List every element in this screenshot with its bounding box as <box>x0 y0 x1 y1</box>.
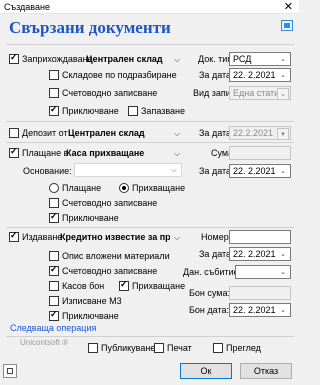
receive-date-value: 22. 2.2021 <box>233 70 276 80</box>
chevron-down-icon[interactable]: ⌵ <box>174 129 180 139</box>
header-divider <box>6 44 294 45</box>
publish-checkbox[interactable] <box>88 343 98 353</box>
cash-amount-field[interactable] <box>229 286 291 300</box>
deposit-warehouse[interactable]: Централен склад <box>68 128 145 138</box>
chevron-down-icon[interactable]: ⌄ <box>277 54 289 65</box>
cash-date-label: Бон дата: <box>189 305 229 315</box>
receive-checkbox[interactable] <box>9 52 19 64</box>
chevron-down-icon[interactable]: ⌄ <box>277 70 289 81</box>
payment-label: Плащане в <box>22 148 69 158</box>
next-operation-link[interactable]: Следваща операция <box>10 323 96 333</box>
payment-accounting-label: Счетоводно записване <box>62 198 158 208</box>
payment-accounting-checkbox[interactable] <box>49 198 59 208</box>
issue-label: Издаване <box>22 232 63 242</box>
chevron-down-icon[interactable]: ⌵ <box>174 233 180 243</box>
ok-button[interactable]: Ок <box>180 363 232 379</box>
section-divider <box>6 121 294 122</box>
payment-date-picker[interactable]: 22. 2.2021 ⌄ <box>229 164 291 178</box>
amount-field[interactable] <box>229 146 291 160</box>
issue-offset-checkbox[interactable] <box>119 279 129 291</box>
attachments-checkbox[interactable] <box>49 251 59 261</box>
section-divider <box>6 227 294 228</box>
receive-accounting-label: Счетоводно записване <box>62 88 158 98</box>
payment-checkbox[interactable] <box>9 146 19 158</box>
payment-post-label: Приключване <box>62 213 119 223</box>
payment-radio[interactable] <box>49 183 59 193</box>
deposit-checkbox[interactable] <box>9 128 19 138</box>
issue-document[interactable]: Кредитно известие за прода <box>60 232 170 242</box>
preview-label: Преглед <box>226 343 261 353</box>
deposit-date-picker[interactable]: 22.2.2021 ▾ <box>229 126 291 140</box>
brand-label: Unicontsoft ® <box>20 338 69 347</box>
chevron-down-icon[interactable]: ⌵ <box>168 165 180 176</box>
payment-post-checkbox[interactable] <box>49 211 59 223</box>
number-label: Номер: <box>201 232 232 242</box>
issue-post-checkbox[interactable] <box>49 309 59 321</box>
offset-radio-label: Прихващане <box>132 183 186 193</box>
print-label: Печат <box>167 343 192 353</box>
maximize-icon[interactable] <box>281 20 293 31</box>
section-divider <box>6 142 294 143</box>
event-date-picker[interactable]: ⌄ <box>235 265 291 279</box>
window-title: Създаване <box>4 2 50 12</box>
chevron-down-icon[interactable]: ⌄ <box>277 88 289 99</box>
cancel-button[interactable]: Отказ <box>240 363 292 379</box>
footer-divider <box>6 336 294 337</box>
window-titlebar: Създаване ✕ <box>0 0 299 14</box>
app-logo-icon <box>3 364 17 378</box>
calendar-icon[interactable]: ▾ <box>277 128 289 139</box>
print-m3-label: Изписване М3 <box>62 296 122 306</box>
receive-accounting-checkbox[interactable] <box>49 88 59 98</box>
issue-accounting-checkbox[interactable] <box>49 264 59 276</box>
payment-date-value: 22. 2.2021 <box>233 166 276 176</box>
issue-offset-label: Прихващане <box>132 281 186 291</box>
doc-type-value: РСД <box>233 54 252 64</box>
offset-radio[interactable] <box>119 183 129 193</box>
chevron-down-icon[interactable]: ⌄ <box>277 267 289 278</box>
print-checkbox[interactable] <box>154 343 164 353</box>
save-label: Запазване <box>141 106 186 116</box>
doc-type-select[interactable]: РСД ⌄ <box>229 52 291 66</box>
cash-date-value: 22. 2.2021 <box>233 305 276 315</box>
receive-warehouse[interactable]: Централен склад <box>86 54 163 64</box>
chevron-down-icon[interactable]: ⌄ <box>277 249 289 260</box>
record-type-select[interactable]: Една статия ⌄ <box>229 86 291 100</box>
close-icon[interactable]: ✕ <box>284 0 293 13</box>
cash-date-picker[interactable]: 22. 2.2021 ⌄ <box>229 303 291 317</box>
chevron-down-icon[interactable]: ⌵ <box>174 55 180 65</box>
receive-date-picker[interactable]: 22. 2.2021 ⌄ <box>229 68 291 82</box>
issue-post-label: Приключване <box>62 311 119 321</box>
payment-register[interactable]: Каса прихващане <box>66 148 144 158</box>
issue-checkbox[interactable] <box>9 230 19 242</box>
cash-receipt-checkbox[interactable] <box>49 281 59 291</box>
default-warehouses-checkbox[interactable] <box>49 70 59 80</box>
page-title: Свързани документи <box>9 18 171 37</box>
default-warehouses-label: Складове по подразбиране <box>62 70 177 80</box>
number-field[interactable] <box>229 230 291 244</box>
basis-label: Основание: <box>23 166 72 176</box>
deposit-date-value: 22.2.2021 <box>233 128 274 138</box>
issue-accounting-label: Счетоводно записване <box>62 266 158 276</box>
payment-radio-label: Плащане <box>62 183 102 193</box>
receive-post-label: Приключване <box>62 106 119 116</box>
chevron-down-icon[interactable]: ⌵ <box>174 149 180 159</box>
print-m3-checkbox[interactable] <box>49 296 59 306</box>
publish-label: Публикуване <box>101 343 156 353</box>
chevron-down-icon[interactable]: ⌄ <box>277 305 289 316</box>
receive-post-checkbox[interactable] <box>49 104 59 116</box>
issue-date-value: 22. 2.2021 <box>233 249 276 259</box>
basis-select[interactable]: ⌵ <box>74 163 182 177</box>
cash-receipt-label: Касов бон <box>62 281 105 291</box>
receive-label: Заприхождаване <box>22 54 93 64</box>
chevron-down-icon[interactable]: ⌄ <box>277 166 289 177</box>
cash-amount-label: Бон сума: <box>189 288 230 298</box>
deposit-label: Депозит от <box>22 128 68 138</box>
event-date-label: Дан. събитие: <box>183 267 242 277</box>
save-checkbox[interactable] <box>128 106 138 116</box>
attachments-label: Опис вложени материали <box>62 251 170 261</box>
preview-checkbox[interactable] <box>213 343 223 353</box>
issue-date-picker[interactable]: 22. 2.2021 ⌄ <box>229 247 291 261</box>
